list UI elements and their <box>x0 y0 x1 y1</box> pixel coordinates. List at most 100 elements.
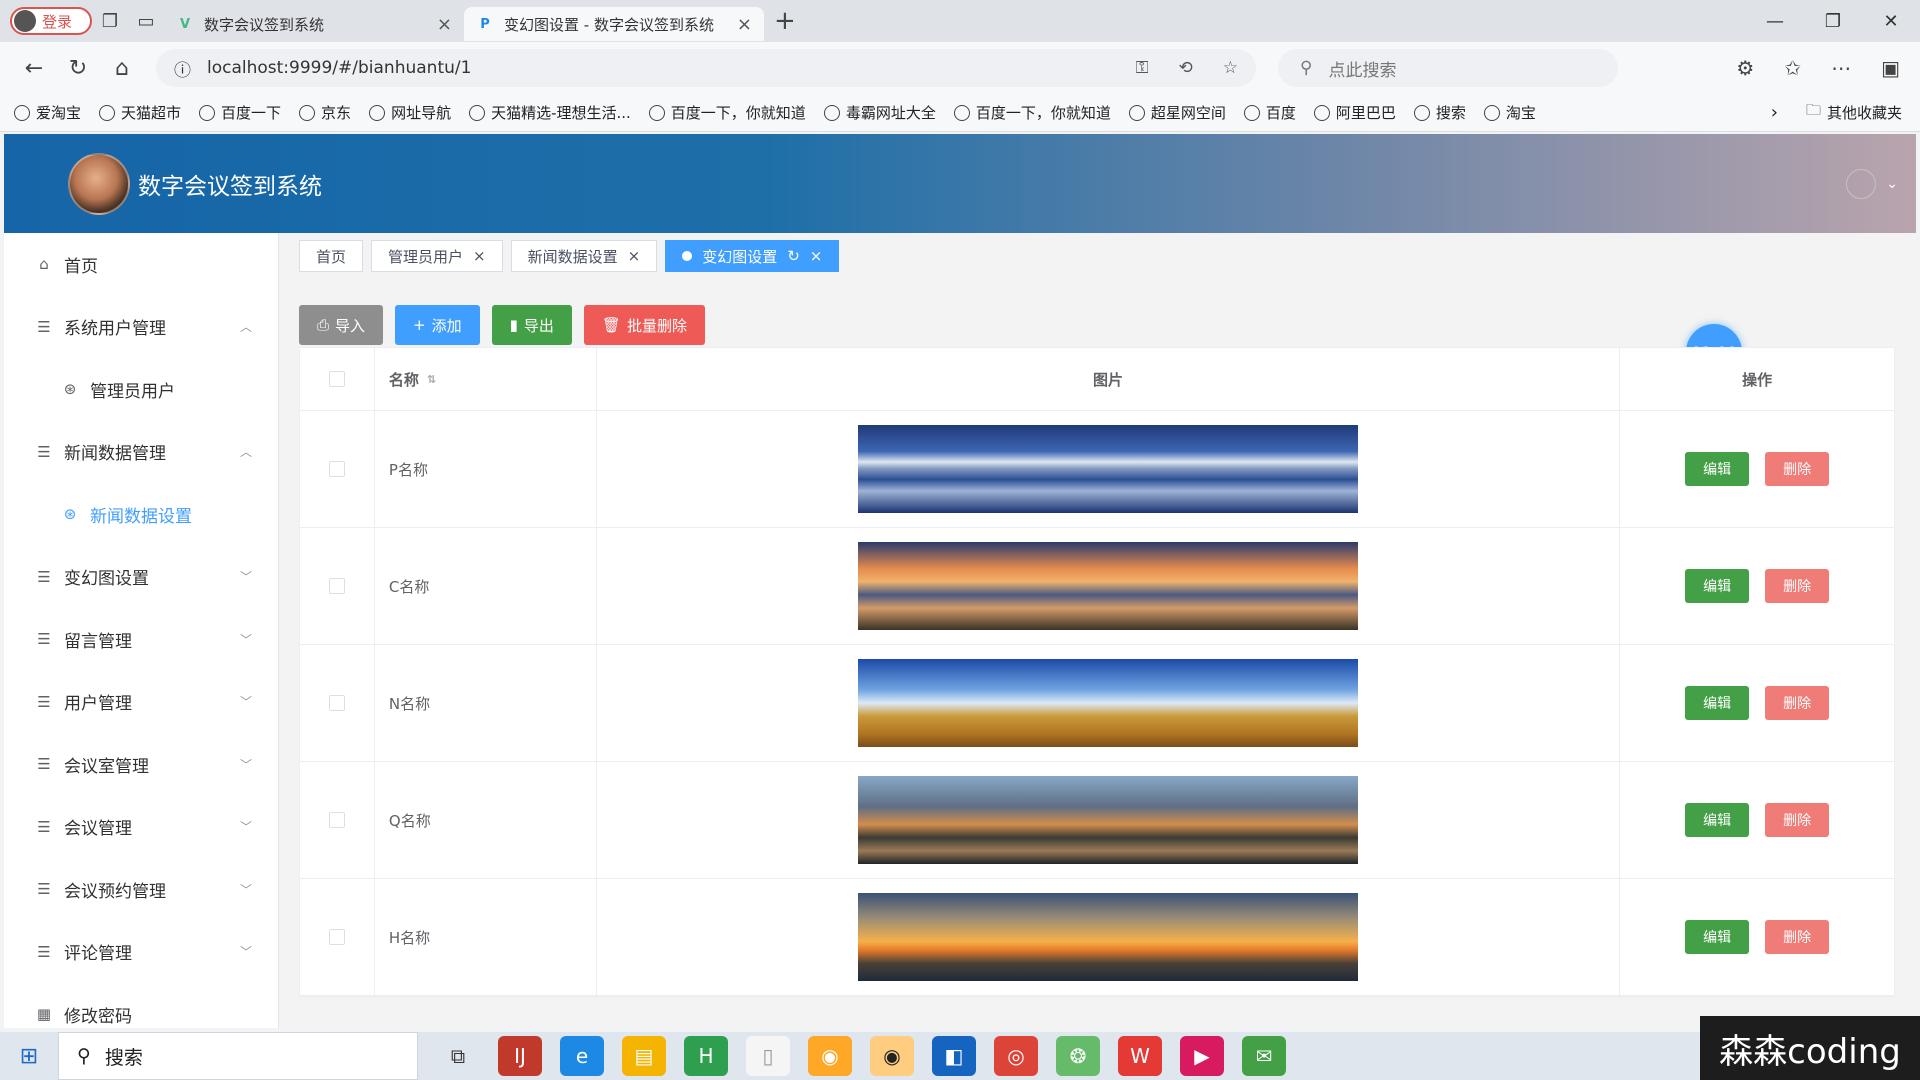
row-checkbox[interactable] <box>328 695 345 711</box>
sidebar-item-news-settings[interactable]: ⊛ 新闻数据设置 <box>4 483 278 546</box>
user-menu[interactable]: ⌄ <box>1846 168 1898 199</box>
export-button[interactable]: ▮ 导出 <box>491 305 572 345</box>
bookmark-item[interactable]: 阿里巴巴 <box>1313 102 1396 123</box>
sidebar-item-messages[interactable]: ☰ 留言管理 ﹀ <box>4 608 278 671</box>
import-button[interactable]: ⎙ 导入 <box>299 305 384 345</box>
read-aloud-icon[interactable]: ⟲ <box>1179 58 1193 78</box>
edit-button[interactable]: 编辑 <box>1685 452 1750 486</box>
restore-icon[interactable]: ❐ <box>1804 11 1862 32</box>
favorite-star-icon[interactable]: ☆ <box>1223 58 1238 78</box>
new-tab-icon[interactable]: + <box>774 6 796 36</box>
sidebar-item-admin-users[interactable]: ⊛ 管理员用户 <box>4 358 278 421</box>
select-all-checkbox[interactable] <box>328 371 345 387</box>
favorites-icon[interactable]: ✩ <box>1784 56 1801 80</box>
close-tab-icon[interactable]: × <box>737 14 752 35</box>
close-window-icon[interactable]: ✕ <box>1862 11 1920 32</box>
edit-button[interactable]: 编辑 <box>1685 569 1750 603</box>
qq-active-icon[interactable]: ◉ <box>870 1036 914 1076</box>
other-bookmarks[interactable]: 🗀 其他收藏夹 <box>1806 100 1902 125</box>
sidebar-item-meetings[interactable]: ☰ 会议管理 ﹀ <box>4 796 278 859</box>
browser-search-bar[interactable]: ⚲ 点此搜索 <box>1278 49 1618 87</box>
file-explorer-icon[interactable]: ▤ <box>622 1036 666 1076</box>
bookmark-item[interactable]: 百度 <box>1243 102 1296 123</box>
qq-icon[interactable]: ◉ <box>808 1036 852 1076</box>
edit-button[interactable]: 编辑 <box>1685 920 1750 954</box>
avatar[interactable] <box>1846 168 1877 199</box>
batch-delete-button[interactable]: 🗑 批量删除 <box>583 305 705 345</box>
row-checkbox[interactable] <box>328 578 345 594</box>
sidebar-item-comments[interactable]: ☰ 评论管理 ﹀ <box>4 921 278 984</box>
sidebar-item-password[interactable]: ▦ 修改密码 <box>4 983 278 1028</box>
sidebar-item-news-data[interactable]: ☰ 新闻数据管理 ︿ <box>4 421 278 484</box>
notepad-icon[interactable]: ▯ <box>746 1036 790 1076</box>
sidebar-item-rooms[interactable]: ☰ 会议室管理 ﹀ <box>4 733 278 796</box>
sidebar-item-users[interactable]: ☰ 用户管理 ﹀ <box>4 671 278 734</box>
workspaces-icon[interactable]: ❐ <box>92 5 128 37</box>
tag-carousel[interactable]: 变幻图设置 ↻ × <box>665 240 840 272</box>
url-text[interactable]: localhost:9999/#/bianhuantu/1 <box>207 58 471 78</box>
meeting-app-icon[interactable]: ◧ <box>932 1036 976 1076</box>
bookmark-item[interactable]: 天猫精选-理想生活... <box>469 102 631 123</box>
bookmark-item[interactable]: 百度一下，你就知道 <box>953 102 1111 123</box>
row-checkbox[interactable] <box>328 812 345 828</box>
tag-news-settings[interactable]: 新闻数据设置 × <box>510 240 658 272</box>
close-tab-icon[interactable]: × <box>437 14 452 35</box>
taskbar-search[interactable]: ⚲ 搜索 <box>58 1032 418 1080</box>
profile-button[interactable]: 登录 <box>10 7 92 35</box>
hbuilder-icon[interactable]: H <box>684 1036 728 1076</box>
edit-button[interactable]: 编辑 <box>1685 803 1750 837</box>
video-app-icon[interactable]: ▶ <box>1180 1036 1224 1076</box>
header-name-cell[interactable]: 名称 ⇅ <box>375 348 597 410</box>
add-button[interactable]: + 添加 <box>395 305 480 345</box>
bookmark-item[interactable]: 搜索 <box>1413 102 1466 123</box>
bookmark-item[interactable]: 天猫超市 <box>99 102 181 123</box>
chrome-icon[interactable]: ◎ <box>994 1036 1038 1076</box>
more-icon[interactable]: ⋯ <box>1831 56 1851 80</box>
sidebar-item-carousel[interactable]: ☰ 变幻图设置 ﹀ <box>4 546 278 609</box>
delete-button[interactable]: 删除 <box>1765 686 1830 720</box>
bookmark-item[interactable]: 网址导航 <box>369 102 451 123</box>
edit-button[interactable]: 编辑 <box>1685 686 1750 720</box>
delete-button[interactable]: 删除 <box>1765 452 1830 486</box>
row-checkbox[interactable] <box>328 461 345 477</box>
bookmark-item[interactable]: 百度一下，你就知道 <box>648 102 806 123</box>
home-icon[interactable]: ⌂ <box>100 56 144 81</box>
browser-tab-2[interactable]: P 变幻图设置 - 数字会议签到系统 × <box>464 7 764 41</box>
delete-button[interactable]: 删除 <box>1765 569 1830 603</box>
chevron-down-icon[interactable]: ⌄ <box>1886 176 1898 192</box>
minimize-icon[interactable]: — <box>1746 11 1804 32</box>
delete-button[interactable]: 删除 <box>1765 920 1830 954</box>
edge-icon[interactable]: e <box>560 1036 604 1076</box>
address-bar[interactable]: ⓘ localhost:9999/#/bianhuantu/1 ⚿ ⟲ ☆ <box>156 49 1256 87</box>
bookmark-item[interactable]: 淘宝 <box>1483 102 1536 123</box>
back-icon[interactable]: ← <box>12 56 56 81</box>
browser-tab-1[interactable]: V 数字会议签到系统 × <box>164 7 464 41</box>
close-icon[interactable]: × <box>628 247 641 265</box>
extensions-icon[interactable]: ⚙ <box>1736 56 1754 80</box>
bookmark-item[interactable]: 百度一下 <box>199 102 281 123</box>
bookmark-item[interactable]: 超星网空间 <box>1128 102 1226 123</box>
green-app-icon[interactable]: ❂ <box>1056 1036 1100 1076</box>
sidebar-item-bookings[interactable]: ☰ 会议预约管理 ﹀ <box>4 858 278 921</box>
chevron-right-icon[interactable]: › <box>1771 102 1778 123</box>
tag-home[interactable]: 首页 <box>299 240 364 272</box>
task-view-icon[interactable]: ⧉ <box>436 1036 480 1076</box>
tag-admin-users[interactable]: 管理员用户 × <box>371 240 503 272</box>
refresh-icon[interactable]: ↻ <box>56 56 100 81</box>
sidebar-toggle-icon[interactable]: ▣ <box>1881 56 1900 80</box>
bookmark-item[interactable]: 京东 <box>299 102 351 123</box>
intellij-icon[interactable]: IJ <box>498 1036 542 1076</box>
bookmark-item[interactable]: 爱淘宝 <box>14 102 81 123</box>
close-icon[interactable]: × <box>810 247 823 265</box>
windows-start-icon[interactable]: ⊞ <box>0 1044 58 1069</box>
tab-actions-icon[interactable]: ▭ <box>128 5 164 37</box>
sidebar-item-system-users[interactable]: ☰ 系统用户管理 ︿ <box>4 296 278 359</box>
bookmark-item[interactable]: 毒霸网址大全 <box>823 102 936 123</box>
row-checkbox[interactable] <box>328 929 345 945</box>
close-icon[interactable]: × <box>473 247 486 265</box>
delete-button[interactable]: 删除 <box>1765 803 1830 837</box>
key-icon[interactable]: ⚿ <box>1136 58 1149 78</box>
sidebar-item-home[interactable]: ⌂ 首页 <box>4 233 278 296</box>
info-icon[interactable]: ⓘ <box>174 56 191 81</box>
sort-icon[interactable]: ⇅ <box>427 373 436 386</box>
